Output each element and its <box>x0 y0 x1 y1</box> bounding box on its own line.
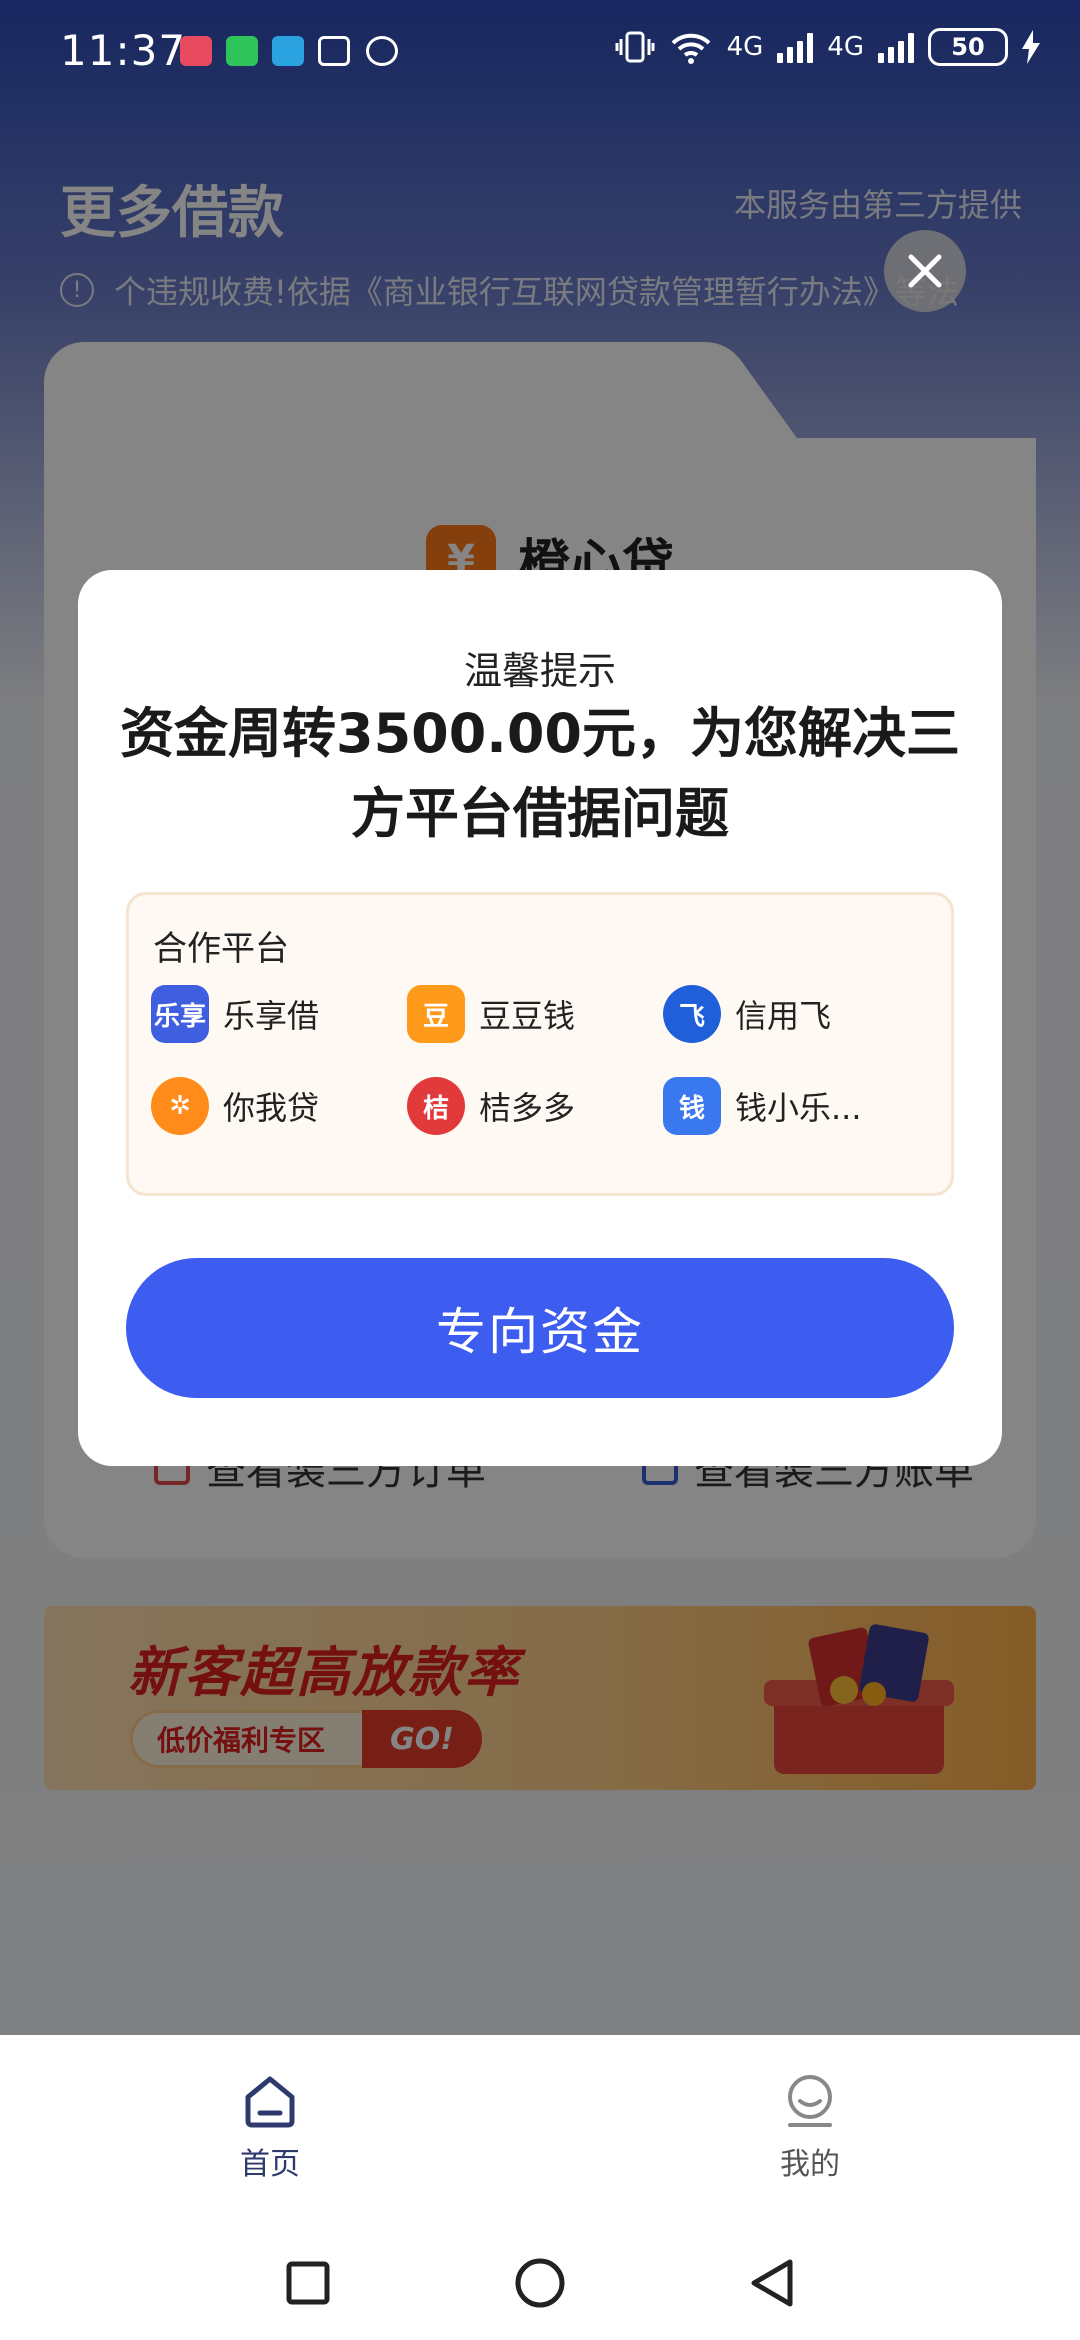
square-icon <box>286 2261 330 2305</box>
battery-indicator: 50 <box>928 28 1008 66</box>
partner-item[interactable]: 豆 豆豆钱 <box>407 985 575 1043</box>
signal-icon <box>878 31 914 63</box>
status-time: 11:37 <box>60 26 187 75</box>
signal-icon <box>777 31 814 63</box>
partner-item[interactable]: 乐享 乐享借 <box>151 985 319 1043</box>
qianxiaole-logo-icon: 钱 <box>663 1077 721 1135</box>
tab-mine-label: 我的 <box>780 2147 840 2182</box>
partner-name: 信用飞 <box>735 997 832 1035</box>
partner-item[interactable]: 桔 桔多多 <box>407 1077 575 1135</box>
partners-title: 合作平台 <box>153 929 289 969</box>
triangle-back-icon <box>751 2259 793 2307</box>
partner-item[interactable]: 钱 钱小乐... <box>663 1077 862 1135</box>
close-icon <box>908 254 942 288</box>
home-icon <box>245 2076 295 2128</box>
partner-name: 你我贷 <box>223 1089 320 1127</box>
partner-name: 桔多多 <box>479 1089 576 1127</box>
bottom-tab-bar: 首页 我的 <box>0 2035 1080 2217</box>
partner-item[interactable]: ✲ 你我贷 <box>151 1077 319 1135</box>
system-nav-bar <box>0 2217 1080 2340</box>
wifi-icon <box>671 33 710 64</box>
tab-home-label: 首页 <box>240 2147 300 2182</box>
app-notification-icon <box>180 36 212 66</box>
recents-button[interactable] <box>278 2253 338 2313</box>
partner-name: 豆豆钱 <box>479 997 576 1035</box>
status-indicators: 4G 4G 50 <box>615 28 1040 66</box>
tab-home[interactable]: 首页 <box>190 2073 350 2183</box>
charging-icon <box>1022 30 1040 64</box>
back-button[interactable] <box>742 2253 802 2313</box>
partner-name: 乐享借 <box>223 997 320 1035</box>
tab-mine[interactable]: 我的 <box>730 2073 890 2183</box>
wechat-icon <box>226 36 258 66</box>
vibrate-icon <box>615 31 655 63</box>
lexiangjie-logo-icon: 乐享 <box>151 985 209 1043</box>
alarm-icon <box>366 36 398 66</box>
dialog-kicker: 温馨提示 <box>463 649 616 693</box>
home-button[interactable] <box>510 2253 570 2313</box>
dialog-headline: 资金周转3500.00元，为您解决三方平台借据问题 <box>120 702 960 845</box>
status-bar: 11:37 4G 4G 50 <box>0 0 1080 100</box>
circle-icon <box>515 2258 565 2308</box>
niwodai-logo-icon: ✲ <box>151 1077 209 1135</box>
juduoduo-logo-icon: 桔 <box>407 1077 465 1135</box>
partner-name: 钱小乐... <box>735 1089 862 1127</box>
network-type-1: 4G <box>726 32 764 62</box>
tip-dialog: 温馨提示 资金周转3500.00元，为您解决三方平台借据问题 合作平台 乐享 乐… <box>78 570 1002 1466</box>
close-modal-button[interactable] <box>884 230 966 312</box>
network-type-2: 4G <box>827 32 864 62</box>
screen: 11:37 4G 4G 50 更多借款 本服务由第三方提供 ! 个违规收费!依据… <box>0 0 1080 2340</box>
partner-platforms: 合作平台 乐享 乐享借 豆 豆豆钱 飞 信用飞 ✲ 你我贷 桔 桔多多 钱 钱小… <box>126 892 954 1196</box>
partner-item[interactable]: 飞 信用飞 <box>663 985 831 1043</box>
profile-icon <box>788 2075 832 2127</box>
app-notification-icon <box>272 36 304 66</box>
dedicated-funds-button[interactable]: 专向资金 <box>126 1258 954 1398</box>
briefcase-icon <box>318 36 350 66</box>
xinyongfei-logo-icon: 飞 <box>663 985 721 1043</box>
doudouqian-logo-icon: 豆 <box>407 985 465 1043</box>
